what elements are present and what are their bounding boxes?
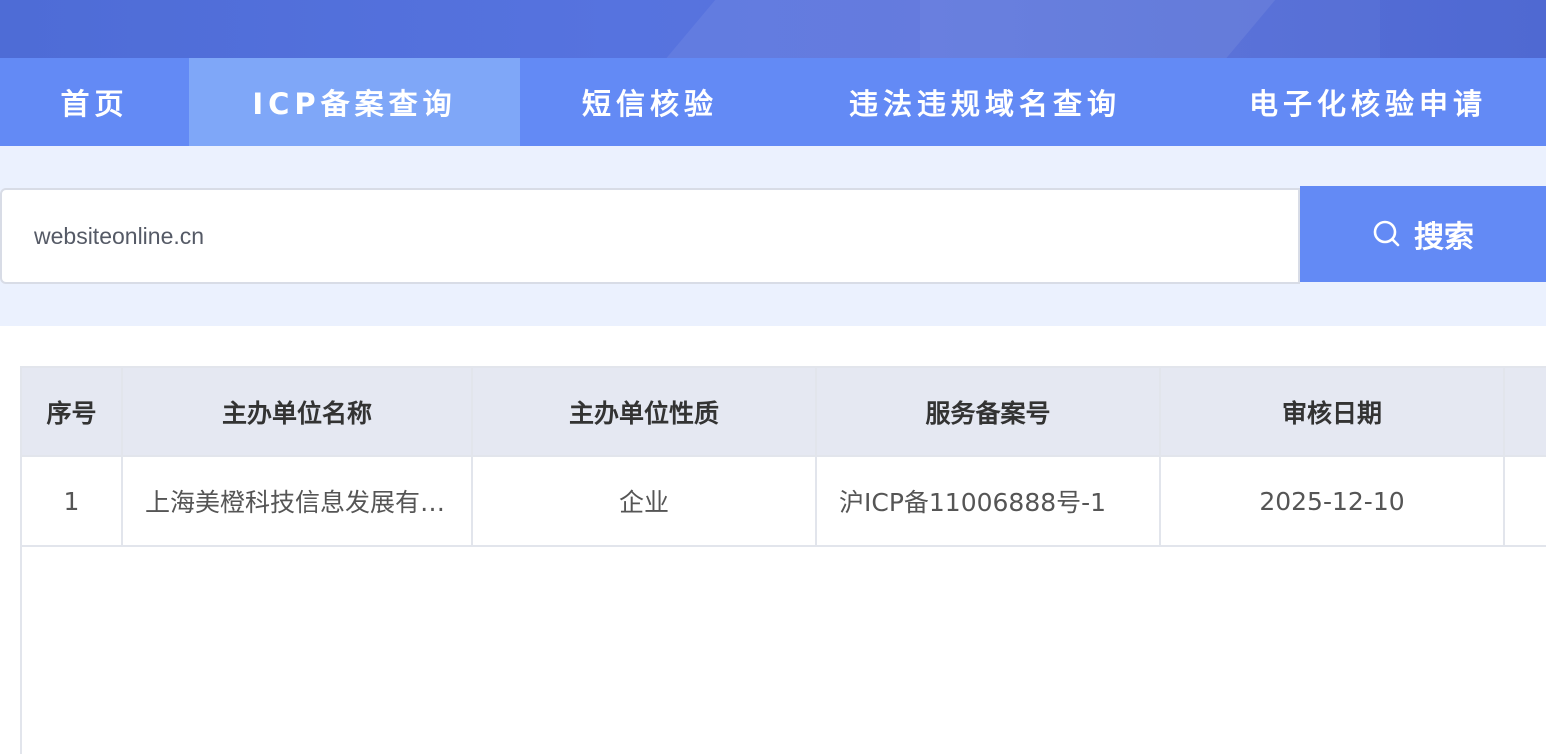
- search-icon: [1372, 219, 1402, 249]
- nav-item-illegal-domain-query[interactable]: 违法违规域名查询: [780, 58, 1190, 146]
- cell-index: 1: [22, 456, 123, 547]
- top-banner: [0, 0, 1546, 58]
- header-org-type: 主办单位性质: [472, 368, 817, 457]
- results-table: 序号 主办单位名称 主办单位性质 服务备案号 审核日期 1 上海美橙科技信息发展…: [20, 366, 1546, 754]
- table-row[interactable]: 1 上海美橙科技信息发展有限公司 企业 沪ICP备11006888号-1 202…: [22, 456, 1546, 547]
- header-record-no: 服务备案号: [816, 368, 1161, 457]
- nav-item-icp-query[interactable]: ICP备案查询: [189, 58, 520, 146]
- search-button-label: 搜索: [1414, 221, 1474, 254]
- banner-decoration-2: [920, 0, 1380, 58]
- header-org-name: 主办单位名称: [122, 368, 473, 457]
- nav-item-home[interactable]: 首页: [0, 58, 189, 146]
- header-review-date: 审核日期: [1160, 368, 1505, 457]
- header-extra: [1504, 368, 1546, 457]
- cell-extra: [1504, 456, 1546, 547]
- main-nav: 首页 ICP备案查询 短信核验 违法违规域名查询 电子化核验申请: [0, 58, 1546, 146]
- cell-org-type: 企业: [472, 456, 817, 547]
- header-index: 序号: [22, 368, 123, 457]
- search-section: 搜索: [0, 146, 1546, 326]
- cell-org-name: 上海美橙科技信息发展有限公司: [122, 456, 473, 547]
- nav-item-sms-verify[interactable]: 短信核验: [520, 58, 780, 146]
- search-button[interactable]: 搜索: [1300, 186, 1546, 282]
- cell-review-date: 2025-12-10: [1160, 456, 1505, 547]
- nav-item-electronic-verify[interactable]: 电子化核验申请: [1190, 58, 1546, 146]
- table-header-row: 序号 主办单位名称 主办单位性质 服务备案号 审核日期: [22, 368, 1546, 457]
- search-input[interactable]: [0, 188, 1300, 284]
- cell-record-no[interactable]: 沪ICP备11006888号-1: [816, 456, 1161, 547]
